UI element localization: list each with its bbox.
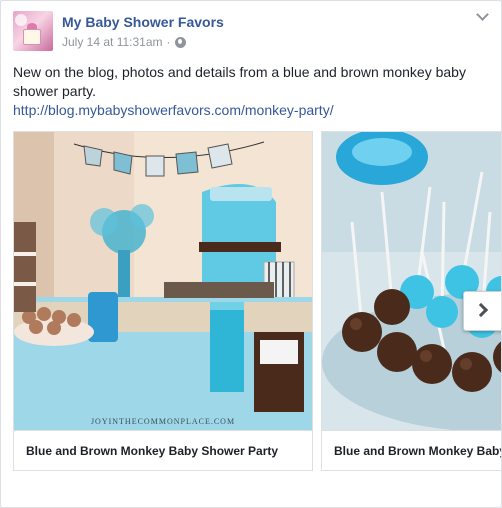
cake-pops-photo <box>322 132 501 430</box>
avatar-glow <box>15 14 27 26</box>
carousel-image-1: JOYINTHECOMMONPLACE.COM <box>14 132 312 430</box>
post-timestamp[interactable]: July 14 at 11:31am <box>62 34 163 50</box>
meta-separator: · <box>166 35 171 49</box>
page-name-link[interactable]: My Baby Shower Favors <box>62 13 224 31</box>
post-link[interactable]: http://blog.mybabyshowerfavors.com/monke… <box>13 101 491 120</box>
chevron-right-icon <box>473 302 489 318</box>
carousel-card-title[interactable]: Blue and Brown Monkey Baby Shower Party <box>14 430 312 470</box>
post-meta: My Baby Shower Favors July 14 at 11:31am… <box>62 11 224 53</box>
post-card: My Baby Shower Favors July 14 at 11:31am… <box>0 0 502 508</box>
chevron-down-icon[interactable] <box>475 9 491 23</box>
page-avatar[interactable] <box>13 11 53 51</box>
post-text: New on the blog, photos and details from… <box>13 64 466 99</box>
carousel-card-title[interactable]: Blue and Brown Monkey Baby Shower Party <box>322 430 501 470</box>
image-watermark: JOYINTHECOMMONPLACE.COM <box>90 417 236 426</box>
globe-icon[interactable] <box>174 36 186 48</box>
carousel-image-2 <box>322 132 501 430</box>
party-table-photo <box>14 132 312 430</box>
avatar-gift <box>23 29 41 45</box>
carousel-card-1[interactable]: JOYINTHECOMMONPLACE.COM Blue and Brown M… <box>13 131 313 471</box>
carousel-next-button[interactable] <box>463 291 501 331</box>
link-carousel: JOYINTHECOMMONPLACE.COM Blue and Brown M… <box>13 131 501 471</box>
post-header: My Baby Shower Favors July 14 at 11:31am… <box>13 11 224 53</box>
post-info: July 14 at 11:31am · <box>62 34 224 50</box>
post-message: New on the blog, photos and details from… <box>13 63 491 120</box>
